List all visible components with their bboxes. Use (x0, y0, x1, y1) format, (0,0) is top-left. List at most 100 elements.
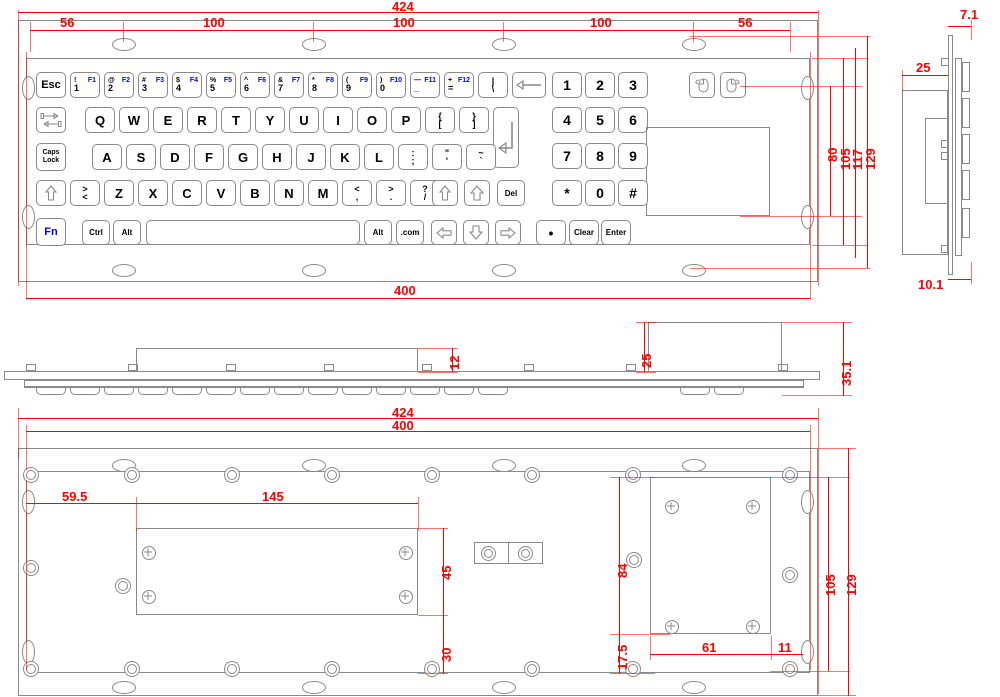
key-num-7[interactable]: 7 (552, 143, 582, 169)
key-space[interactable] (146, 220, 360, 245)
key-num-dot[interactable]: • (536, 220, 566, 245)
key-num-6[interactable]: 6 (618, 107, 648, 133)
key-8-f8[interactable]: * F8 8 (308, 72, 338, 98)
key-o[interactable]: O (357, 107, 387, 133)
key-arrow-left[interactable] (431, 220, 457, 245)
key-num-2[interactable]: 2 (585, 72, 615, 98)
key-shift-left[interactable] (36, 180, 66, 206)
key-j[interactable]: J (296, 144, 326, 170)
key-arrow-right[interactable] (495, 220, 521, 245)
key-num-hash[interactable]: # (618, 180, 648, 206)
key-backslash[interactable]: | \ (478, 72, 508, 98)
key-r[interactable]: R (187, 107, 217, 133)
key-tab[interactable] (36, 107, 66, 133)
key-alt-right[interactable]: Alt (364, 220, 392, 245)
key-enter-numpad[interactable]: Enter (601, 220, 631, 245)
section-key-bump (138, 388, 168, 395)
key-9-f9[interactable]: (F9 9 (342, 72, 372, 98)
key-k[interactable]: K (330, 144, 360, 170)
mount-slot (682, 38, 706, 51)
key-z[interactable]: Z (104, 180, 134, 206)
key-num-8[interactable]: 8 (585, 143, 615, 169)
key-5-f5[interactable]: % F5 5 (206, 72, 236, 98)
key-alt-left[interactable]: Alt (113, 220, 141, 245)
technical-drawing-canvas: Esc ! F1 1 @ F2 2 # F3 3 $ F4 4 % F5 5 ^… (0, 0, 1000, 697)
connector-screw (481, 546, 496, 561)
key-shift-right[interactable] (432, 180, 458, 206)
key-label: 1 (563, 77, 571, 93)
key-l[interactable]: L (364, 144, 394, 170)
key-7-f7[interactable]: & F7 7 (274, 72, 304, 98)
key-label: J (307, 149, 315, 165)
key-d[interactable]: D (160, 144, 190, 170)
key-w[interactable]: W (119, 107, 149, 133)
key-bracket-right[interactable]: } ] (459, 107, 489, 133)
key-num-4[interactable]: 4 (552, 107, 582, 133)
key-label: • (548, 224, 554, 241)
key-3-f3[interactable]: # F3 3 (138, 72, 168, 98)
key-mouse-right-click[interactable] (720, 72, 746, 98)
key-2-f2[interactable]: @ F2 2 (104, 72, 134, 98)
key-num-3[interactable]: 3 (618, 72, 648, 98)
key-quote[interactable]: " ' (432, 144, 462, 170)
key-e[interactable]: E (153, 107, 183, 133)
key-f[interactable]: F (194, 144, 224, 170)
key-mouse-left-click[interactable] (689, 72, 715, 98)
section-standoff (226, 364, 236, 371)
key-angle-bracket[interactable]: > < (70, 180, 100, 206)
key-num-9[interactable]: 9 (618, 143, 648, 169)
housing-screw (142, 546, 156, 560)
key-tilde[interactable]: ~ ` (466, 144, 496, 170)
key-h[interactable]: H (262, 144, 292, 170)
key-q[interactable]: Q (85, 107, 115, 133)
dim-label-129-rear: 129 (844, 574, 859, 596)
key-a[interactable]: A (92, 144, 122, 170)
key-num-5[interactable]: 5 (585, 107, 615, 133)
key-enter-main[interactable] (493, 107, 519, 168)
key-bracket-left[interactable]: { [ (425, 107, 455, 133)
housing-screw (746, 620, 760, 634)
key-4-f4[interactable]: $ F4 4 (172, 72, 202, 98)
key-ctrl[interactable]: Ctrl (82, 220, 110, 245)
key-num-0[interactable]: 0 (585, 180, 615, 206)
key-minus-f11[interactable]: — F11 _ (410, 72, 440, 98)
key-esc[interactable]: Esc (36, 72, 66, 98)
key-t[interactable]: T (221, 107, 251, 133)
key-fn[interactable]: Fn (36, 218, 66, 246)
key-num-asterisk[interactable]: * (552, 180, 582, 206)
key-equal-f12[interactable]: + F12 = (444, 72, 474, 98)
key-0-f10[interactable]: ) F10 0 (376, 72, 406, 98)
key-m[interactable]: M (308, 180, 338, 206)
key-dot-com[interactable]: .com (396, 220, 424, 245)
dim-ext-line (418, 528, 448, 529)
key-i[interactable]: I (323, 107, 353, 133)
key-1-f1[interactable]: ! F1 1 (70, 72, 100, 98)
key-x[interactable]: X (138, 180, 168, 206)
key-num-1[interactable]: 1 (552, 72, 582, 98)
key-clear[interactable]: Clear (569, 220, 599, 245)
section-key-bump (342, 388, 372, 395)
key-comma[interactable]: < , (342, 180, 372, 206)
key-arrow-up[interactable] (464, 180, 490, 206)
key-backspace[interactable] (512, 72, 546, 98)
key-semicolon[interactable]: : ; (398, 144, 428, 170)
key-arrow-down[interactable] (463, 220, 489, 245)
key-b[interactable]: B (240, 180, 270, 206)
section-key-bump (104, 388, 134, 395)
key-caps-lock[interactable]: Caps Lock (36, 143, 66, 171)
key-v[interactable]: V (206, 180, 236, 206)
key-del[interactable]: Del (497, 180, 525, 206)
dim-ext-line (770, 477, 850, 478)
dim-ext-line (771, 636, 772, 660)
key-c[interactable]: C (172, 180, 202, 206)
key-u[interactable]: U (289, 107, 319, 133)
key-p[interactable]: P (391, 107, 421, 133)
key-period[interactable]: > . (376, 180, 406, 206)
section-key-bump (410, 388, 440, 395)
key-n[interactable]: N (274, 180, 304, 206)
key-6-f6[interactable]: ^ F6 6 (240, 72, 270, 98)
key-s[interactable]: S (126, 144, 156, 170)
key-g[interactable]: G (228, 144, 258, 170)
touchpad[interactable] (646, 127, 770, 216)
key-y[interactable]: Y (255, 107, 285, 133)
